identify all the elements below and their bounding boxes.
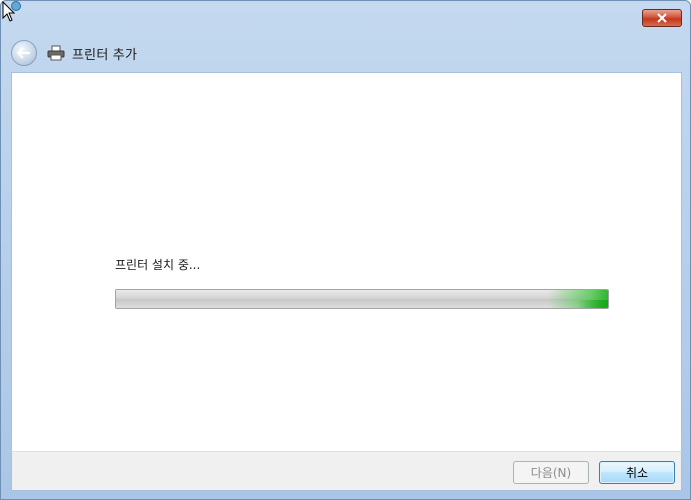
window-title: 프린터 추가 (72, 47, 138, 63)
mouse-cursor-icon (2, 1, 21, 22)
close-icon (657, 13, 667, 23)
progress-fill (116, 290, 608, 308)
add-printer-window: 프린터 추가 프린터 설치 중... 다음(N) 취소 (0, 0, 691, 500)
progress-glow-highlight (578, 300, 608, 308)
close-button[interactable] (642, 9, 682, 27)
back-arrow-icon (17, 47, 30, 59)
installing-status-text: 프린터 설치 중... (115, 258, 201, 272)
content-panel: 프린터 설치 중... (11, 72, 682, 451)
navigation-bar: 프린터 추가 (11, 39, 137, 67)
install-progress-bar (115, 289, 609, 309)
next-button[interactable]: 다음(N) (513, 461, 589, 484)
cancel-button[interactable]: 취소 (599, 461, 675, 484)
button-bar: 다음(N) 취소 (11, 451, 682, 491)
printer-icon (47, 45, 65, 61)
back-button[interactable] (11, 40, 37, 66)
